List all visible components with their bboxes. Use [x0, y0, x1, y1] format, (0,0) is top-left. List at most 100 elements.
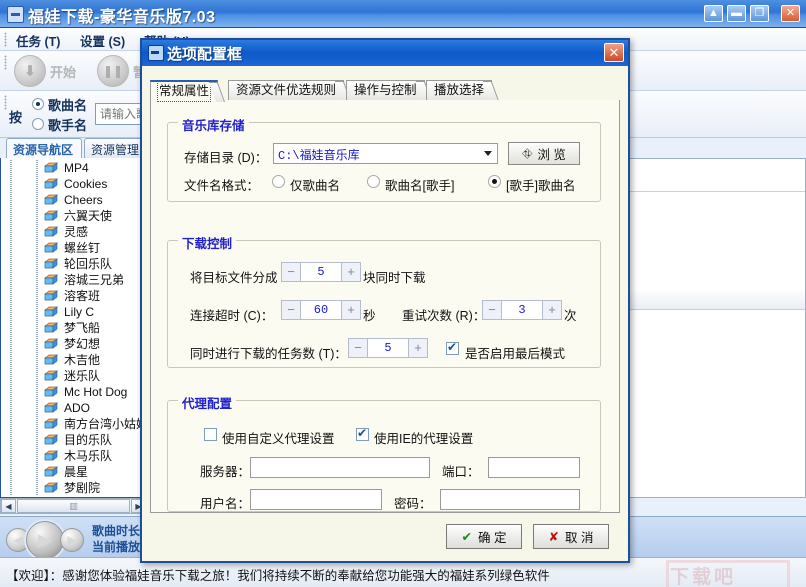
- last-mode-checkbox[interactable]: [446, 340, 459, 355]
- tree-item[interactable]: 梦幻想: [1, 336, 146, 352]
- close-button[interactable]: ✕: [781, 5, 800, 22]
- custom-proxy-checkbox[interactable]: [204, 428, 217, 441]
- tab-operation-control[interactable]: 操作与控制: [346, 80, 432, 101]
- tree-item[interactable]: MP4: [1, 160, 146, 176]
- tree-item[interactable]: 梦剧院: [1, 480, 146, 496]
- timeout-stepper[interactable]: − 60 +: [281, 300, 361, 320]
- proxy-port-input[interactable]: [488, 457, 580, 478]
- tree-guide-line: [10, 480, 12, 496]
- tab-resource-rules[interactable]: 资源文件优选规则: [228, 80, 352, 101]
- maximize-button[interactable]: ❐: [750, 5, 769, 22]
- radio-song-only-icon[interactable]: [272, 175, 285, 188]
- tree-item-label: 木吉他: [64, 353, 101, 367]
- minimize-icon: ▬: [731, 7, 742, 19]
- tree-item[interactable]: Cookies: [1, 176, 146, 192]
- browse-button[interactable]: ⛗ 浏 览: [508, 142, 580, 165]
- start-button[interactable]: ⬇ 开始: [14, 55, 76, 87]
- folder-icon: [43, 482, 59, 494]
- radio-artist-song-icon[interactable]: [488, 175, 501, 188]
- tab-general-properties[interactable]: 常规属性: [150, 80, 226, 102]
- scroll-thumb[interactable]: ▥: [17, 499, 130, 513]
- folder-icon: [43, 338, 59, 350]
- dialog-tab-strip: 常规属性 资源文件优选规则 操作与控制 播放选择: [150, 80, 620, 102]
- format-song-artist-label[interactable]: 歌曲名[歌手]: [385, 175, 454, 194]
- tree-item[interactable]: 溶城三兄弟: [1, 272, 146, 288]
- tasks-value[interactable]: 5: [368, 338, 408, 358]
- tree-item[interactable]: 轮回乐队: [1, 256, 146, 272]
- tree-guide-line: [10, 192, 12, 208]
- ie-proxy-checkbox[interactable]: [356, 426, 369, 441]
- timeout-decrement-button[interactable]: −: [281, 300, 301, 320]
- split-decrement-button[interactable]: −: [281, 262, 301, 282]
- folder-icon: [43, 162, 59, 174]
- dialog-title-bar: 选项配置框 ✕: [142, 40, 628, 66]
- tree-item[interactable]: 六翼天使: [1, 208, 146, 224]
- tab-resource-navigation[interactable]: 资源导航区: [6, 138, 82, 158]
- proxy-password-input[interactable]: [440, 489, 580, 510]
- tree-item[interactable]: Cheers: [1, 192, 146, 208]
- search-by-artist-label: 歌手名: [48, 117, 88, 133]
- split-count-value[interactable]: 5: [301, 262, 341, 282]
- search-by-song-option[interactable]: 歌曲名: [32, 94, 87, 114]
- concurrent-tasks-stepper[interactable]: − 5 +: [348, 338, 428, 358]
- tree-item[interactable]: 梦飞船: [1, 320, 146, 336]
- proxy-server-input[interactable]: [250, 457, 430, 478]
- tab-playback-selection[interactable]: 播放选择: [426, 80, 500, 101]
- minimize-button[interactable]: ▬: [727, 5, 746, 22]
- retry-decrement-button[interactable]: −: [482, 300, 502, 320]
- timeout-increment-button[interactable]: +: [341, 300, 361, 320]
- dialog-close-button[interactable]: ✕: [604, 43, 624, 62]
- tree-item[interactable]: ADO: [1, 400, 146, 416]
- ie-proxy-label[interactable]: 使用IE的代理设置: [374, 428, 473, 447]
- search-by-label: 按: [9, 110, 23, 125]
- retry-value[interactable]: 3: [502, 300, 542, 320]
- ok-button[interactable]: ✔ 确 定: [446, 524, 522, 549]
- cancel-button[interactable]: ✘ 取 消: [533, 524, 609, 549]
- rollup-button[interactable]: ▲: [704, 5, 723, 22]
- tasks-decrement-button[interactable]: −: [348, 338, 368, 358]
- chevron-down-icon[interactable]: [484, 151, 492, 156]
- tree-item[interactable]: 灵感: [1, 224, 146, 240]
- tree-item[interactable]: 南方台湾小姑娘: [1, 416, 146, 432]
- split-count-stepper[interactable]: − 5 +: [281, 262, 361, 282]
- scroll-left-arrow-icon[interactable]: ◀: [1, 499, 16, 513]
- menu-item-tasks[interactable]: 任务 (T): [16, 31, 60, 50]
- split-increment-button[interactable]: +: [341, 262, 361, 282]
- proxy-username-input[interactable]: [250, 489, 382, 510]
- timeout-value[interactable]: 60: [301, 300, 341, 320]
- tree-item[interactable]: 目的乐队: [1, 432, 146, 448]
- cross-icon: ✘: [548, 530, 559, 544]
- custom-proxy-label[interactable]: 使用自定义代理设置: [222, 428, 335, 447]
- searchbar-grip[interactable]: [4, 95, 7, 110]
- storage-group-title: 音乐库存储: [178, 115, 249, 134]
- tree-item[interactable]: Mc Hot Dog: [1, 384, 146, 400]
- tree-guide-line: [10, 448, 12, 464]
- play-button[interactable]: ▶: [26, 521, 64, 559]
- last-mode-label[interactable]: 是否启用最后模式: [465, 343, 565, 362]
- resource-tree[interactable]: MP4 Cookies Cheers 六翼天使 灵感 螺丝钉 轮回乐队 溶城三兄弟 溶客班 Lil…: [0, 158, 147, 498]
- search-by-artist-option[interactable]: 歌手名: [32, 114, 87, 134]
- format-artist-song-label[interactable]: [歌手]歌曲名: [506, 175, 575, 194]
- toolbar-grip[interactable]: [4, 55, 7, 70]
- tree-item[interactable]: 溶客班: [1, 288, 146, 304]
- tree-item[interactable]: 晨星: [1, 464, 146, 480]
- main-window-title: 福娃下载-豪华音乐版7.03: [28, 9, 216, 26]
- tree-item[interactable]: 木吉他: [1, 352, 146, 368]
- retry-stepper[interactable]: − 3 +: [482, 300, 562, 320]
- tree-guide-line: [36, 368, 38, 384]
- storage-dir-label: 存储目录 (D)：: [184, 151, 268, 165]
- tree-item[interactable]: 螺丝钉: [1, 240, 146, 256]
- next-track-button[interactable]: ▶: [60, 528, 84, 552]
- menu-item-settings[interactable]: 设置 (S): [80, 31, 125, 50]
- tree-item[interactable]: Lily C: [1, 304, 146, 320]
- tree-horizontal-scrollbar[interactable]: ◀ ▥ ▶: [0, 498, 147, 514]
- radio-song-artist-icon[interactable]: [367, 175, 380, 188]
- tasks-increment-button[interactable]: +: [408, 338, 428, 358]
- tree-guide-line: [36, 384, 38, 400]
- retry-increment-button[interactable]: +: [542, 300, 562, 320]
- tree-item[interactable]: 木马乐队: [1, 448, 146, 464]
- menu-grip[interactable]: [4, 32, 7, 47]
- format-song-only-label[interactable]: 仅歌曲名: [290, 175, 340, 194]
- tree-item[interactable]: 迷乐队: [1, 368, 146, 384]
- storage-dir-combobox[interactable]: C:\福娃音乐库: [273, 143, 498, 164]
